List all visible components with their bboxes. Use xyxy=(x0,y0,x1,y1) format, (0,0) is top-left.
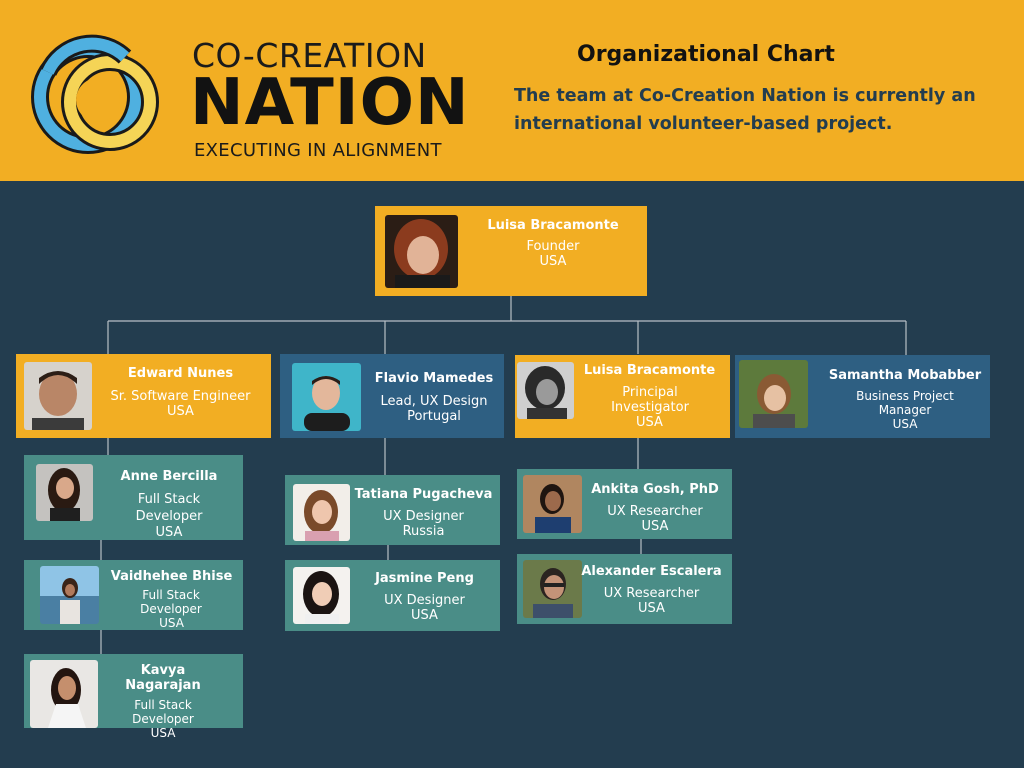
person-country: USA xyxy=(539,254,567,269)
card-info: Alexander Escalera UX Researcher USA xyxy=(579,564,724,616)
person-role: Principal Investigator xyxy=(611,385,689,415)
person-name: Luisa Bracamonte xyxy=(583,363,716,378)
card-jasmine-peng: Jasmine Peng UX Designer USA xyxy=(285,560,500,631)
card-samantha-mobabber: Samantha Mobabber Business Project Manag… xyxy=(735,355,990,438)
card-alexander-escalera: Alexander Escalera UX Researcher USA xyxy=(517,554,732,624)
card-kavya-nagarajan: Kavya Nagarajan Full Stack Developer USA xyxy=(24,654,243,740)
person-country: USA xyxy=(636,415,663,430)
card-flavio-mamedes: Flavio Mamedes Lead, UX Design Portugal xyxy=(280,354,504,438)
person-country: USA xyxy=(150,726,176,740)
person-country: USA xyxy=(892,417,918,431)
card-info: Samantha Mobabber Business Project Manag… xyxy=(825,368,985,431)
person-country: USA xyxy=(411,608,438,623)
person-role: UX Researcher xyxy=(603,586,700,601)
card-info: Edward Nunes Sr. Software Engineer USA xyxy=(98,366,263,419)
card-vaidhehee-bhise: Vaidhehee Bhise Full Stack Developer USA xyxy=(24,560,243,630)
card-info: Luisa Bracamonte Principal Investigator … xyxy=(577,363,722,430)
person-name: Flavio Mamedes xyxy=(374,371,494,386)
person-name: Vaidhehee Bhise xyxy=(110,569,233,584)
card-founder: Luisa Bracamonte Founder USA xyxy=(375,206,647,296)
person-role: Business Project Manager xyxy=(856,389,954,417)
card-anne-bercilla: Anne Bercilla Full Stack Developer USA xyxy=(24,455,243,540)
person-country: Portugal xyxy=(407,409,461,424)
avatar xyxy=(293,484,350,541)
card-luisa-principal-investigator: Luisa Bracamonte Principal Investigator … xyxy=(515,355,730,438)
avatar xyxy=(385,215,458,288)
card-edward-nunes: Edward Nunes Sr. Software Engineer USA xyxy=(16,354,271,438)
card-tatiana-pugacheva: Tatiana Pugacheva UX Designer Russia xyxy=(285,475,500,545)
person-role: Founder xyxy=(526,239,580,254)
person-country: USA xyxy=(638,601,665,616)
person-role: UX Designer xyxy=(384,593,465,608)
person-role: UX Researcher xyxy=(607,504,703,519)
person-role: UX Designer xyxy=(383,509,464,524)
person-role: Lead, UX Design xyxy=(380,394,488,409)
avatar xyxy=(30,660,98,728)
card-ankita-gosh: Ankita Gosh, PhD UX Researcher USA xyxy=(517,469,732,539)
card-info: Flavio Mamedes Lead, UX Design Portugal xyxy=(368,371,500,424)
avatar xyxy=(40,566,99,624)
person-role: Full Stack Developer xyxy=(135,492,203,524)
person-name: Alexander Escalera xyxy=(581,564,722,579)
person-country: Russia xyxy=(402,524,445,539)
avatar xyxy=(292,363,361,431)
avatar xyxy=(523,475,582,533)
avatar xyxy=(24,362,92,430)
card-info: Luisa Bracamonte Founder USA xyxy=(473,218,633,269)
avatar xyxy=(739,360,808,428)
person-role: Sr. Software Engineer xyxy=(110,389,251,404)
person-country: USA xyxy=(159,616,184,630)
person-name: Samantha Mobabber xyxy=(828,368,982,383)
avatar xyxy=(36,464,93,521)
card-info: Tatiana Pugacheva UX Designer Russia xyxy=(351,487,496,539)
person-name: Tatiana Pugacheva xyxy=(354,487,493,502)
person-role: Full Stack Developer xyxy=(132,698,194,726)
person-country: USA xyxy=(641,519,669,534)
person-country: USA xyxy=(155,525,183,540)
card-info: Jasmine Peng UX Designer USA xyxy=(357,571,492,623)
person-country: USA xyxy=(167,404,194,419)
card-info: Ankita Gosh, PhD UX Researcher USA xyxy=(585,482,725,534)
person-name: Anne Bercilla xyxy=(120,469,218,484)
person-name: Kavya Nagarajan xyxy=(125,663,201,693)
person-name: Edward Nunes xyxy=(127,366,234,381)
avatar xyxy=(293,567,350,624)
person-name: Ankita Gosh, PhD xyxy=(591,482,719,497)
card-info: Kavya Nagarajan Full Stack Developer USA xyxy=(102,663,224,740)
card-info: Anne Bercilla Full Stack Developer USA xyxy=(99,469,239,540)
person-role: Full Stack Developer xyxy=(140,588,202,616)
person-name: Jasmine Peng xyxy=(375,571,474,586)
card-info: Vaidhehee Bhise Full Stack Developer USA xyxy=(109,569,234,630)
person-name: Luisa Bracamonte xyxy=(487,218,619,233)
avatar xyxy=(517,362,574,419)
avatar xyxy=(523,560,582,618)
